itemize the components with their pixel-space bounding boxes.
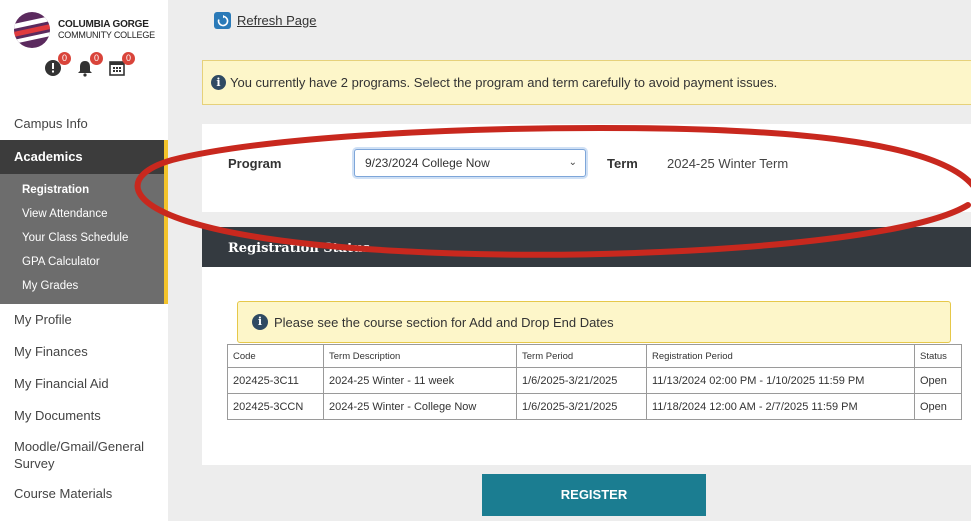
refresh-page[interactable]: Refresh Page (214, 12, 317, 29)
program-select[interactable]: 9/23/2024 College Now ⌄ (354, 149, 586, 177)
sidebar-item-academics[interactable]: Academics (0, 140, 168, 174)
info-icon: i (211, 75, 226, 90)
add-drop-notice: i Please see the course section for Add … (237, 301, 951, 343)
sidebar-item-my-profile[interactable]: My Profile (0, 304, 168, 336)
logo-mark-icon (14, 12, 50, 48)
program-warning-banner: i You currently have 2 programs. Select … (202, 60, 971, 105)
registration-status-panel: i Please see the course section for Add … (202, 267, 971, 465)
notification-badge: 0 (90, 52, 103, 65)
sidebar-nav: Campus Info Academics Registration View … (0, 108, 168, 510)
term-value: 2024-25 Winter Term (667, 156, 789, 171)
table-row: 202425-3CCN 2024-25 Winter - College Now… (227, 393, 962, 420)
column-header: Registration Period (646, 344, 915, 368)
alert-icons: 0 0 0 (43, 52, 135, 78)
table-header-row: Code Term Description Term Period Regist… (227, 344, 962, 368)
registration-table: Code Term Description Term Period Regist… (227, 344, 962, 420)
logo-line-1: COLUMBIA GORGE (58, 19, 149, 30)
registration-status-header: Registration Status (202, 227, 971, 267)
info-icon: i (252, 314, 268, 330)
sidebar-item-moodle[interactable]: Moodle/Gmail/General Survey (0, 432, 168, 478)
sidebar-item-financial-aid[interactable]: My Financial Aid (0, 368, 168, 400)
cell-term-period: 1/6/2025-3/21/2025 (516, 393, 647, 420)
column-header: Code (227, 344, 324, 368)
cell-term-description: 2024-25 Winter - 11 week (323, 367, 517, 394)
register-button[interactable]: REGISTER (482, 474, 706, 516)
logo-line-2: COMMUNITY COLLEGE (58, 30, 155, 40)
calendar-icon[interactable]: 0 (107, 52, 135, 78)
cell-status: Open (914, 393, 962, 420)
term-label: Term (607, 156, 638, 171)
alert-badge: 0 (58, 52, 71, 65)
program-label: Program (228, 156, 282, 171)
sidebar-item-class-schedule[interactable]: Your Class Schedule (0, 226, 164, 250)
banner-text: You currently have 2 programs. Select th… (230, 75, 778, 90)
sidebar: COLUMBIA GORGE COMMUNITY COLLEGE 0 0 0 C… (0, 0, 168, 521)
table-row: 202425-3C11 2024-25 Winter - 11 week 1/6… (227, 367, 962, 394)
cell-term-description: 2024-25 Winter - College Now (323, 393, 517, 420)
sidebar-item-gpa-calculator[interactable]: GPA Calculator (0, 250, 164, 274)
program-select-value: 9/23/2024 College Now (365, 156, 490, 170)
column-header: Term Description (323, 344, 517, 368)
refresh-page-link[interactable]: Refresh Page (237, 13, 317, 28)
refresh-icon[interactable] (214, 12, 231, 29)
academics-submenu: Registration View Attendance Your Class … (0, 174, 168, 304)
sidebar-item-registration[interactable]: Registration (0, 178, 164, 202)
bell-icon[interactable]: 0 (75, 52, 103, 78)
sidebar-item-view-attendance[interactable]: View Attendance (0, 202, 164, 226)
cell-registration-period: 11/13/2024 02:00 PM - 1/10/2025 11:59 PM (646, 367, 915, 394)
column-header: Status (914, 344, 962, 368)
college-logo[interactable]: COLUMBIA GORGE COMMUNITY COLLEGE (14, 12, 155, 48)
sidebar-item-my-finances[interactable]: My Finances (0, 336, 168, 368)
column-header: Term Period (516, 344, 647, 368)
cell-code: 202425-3CCN (227, 393, 324, 420)
sidebar-item-my-grades[interactable]: My Grades (0, 274, 164, 298)
sidebar-item-course-materials[interactable]: Course Materials (0, 478, 168, 510)
notice-text: Please see the course section for Add an… (274, 314, 614, 330)
program-selection-card: Program 9/23/2024 College Now ⌄ Term 202… (202, 124, 971, 212)
chevron-down-icon: ⌄ (568, 157, 577, 168)
cell-status: Open (914, 367, 962, 394)
cell-term-period: 1/6/2025-3/21/2025 (516, 367, 647, 394)
sidebar-item-my-documents[interactable]: My Documents (0, 400, 168, 432)
sidebar-item-campus-info[interactable]: Campus Info (0, 108, 168, 140)
cell-code: 202425-3C11 (227, 367, 324, 394)
exclamation-icon[interactable]: 0 (43, 52, 71, 78)
calendar-badge: 0 (122, 52, 135, 65)
cell-registration-period: 11/18/2024 12:00 AM - 2/7/2025 11:59 PM (646, 393, 915, 420)
